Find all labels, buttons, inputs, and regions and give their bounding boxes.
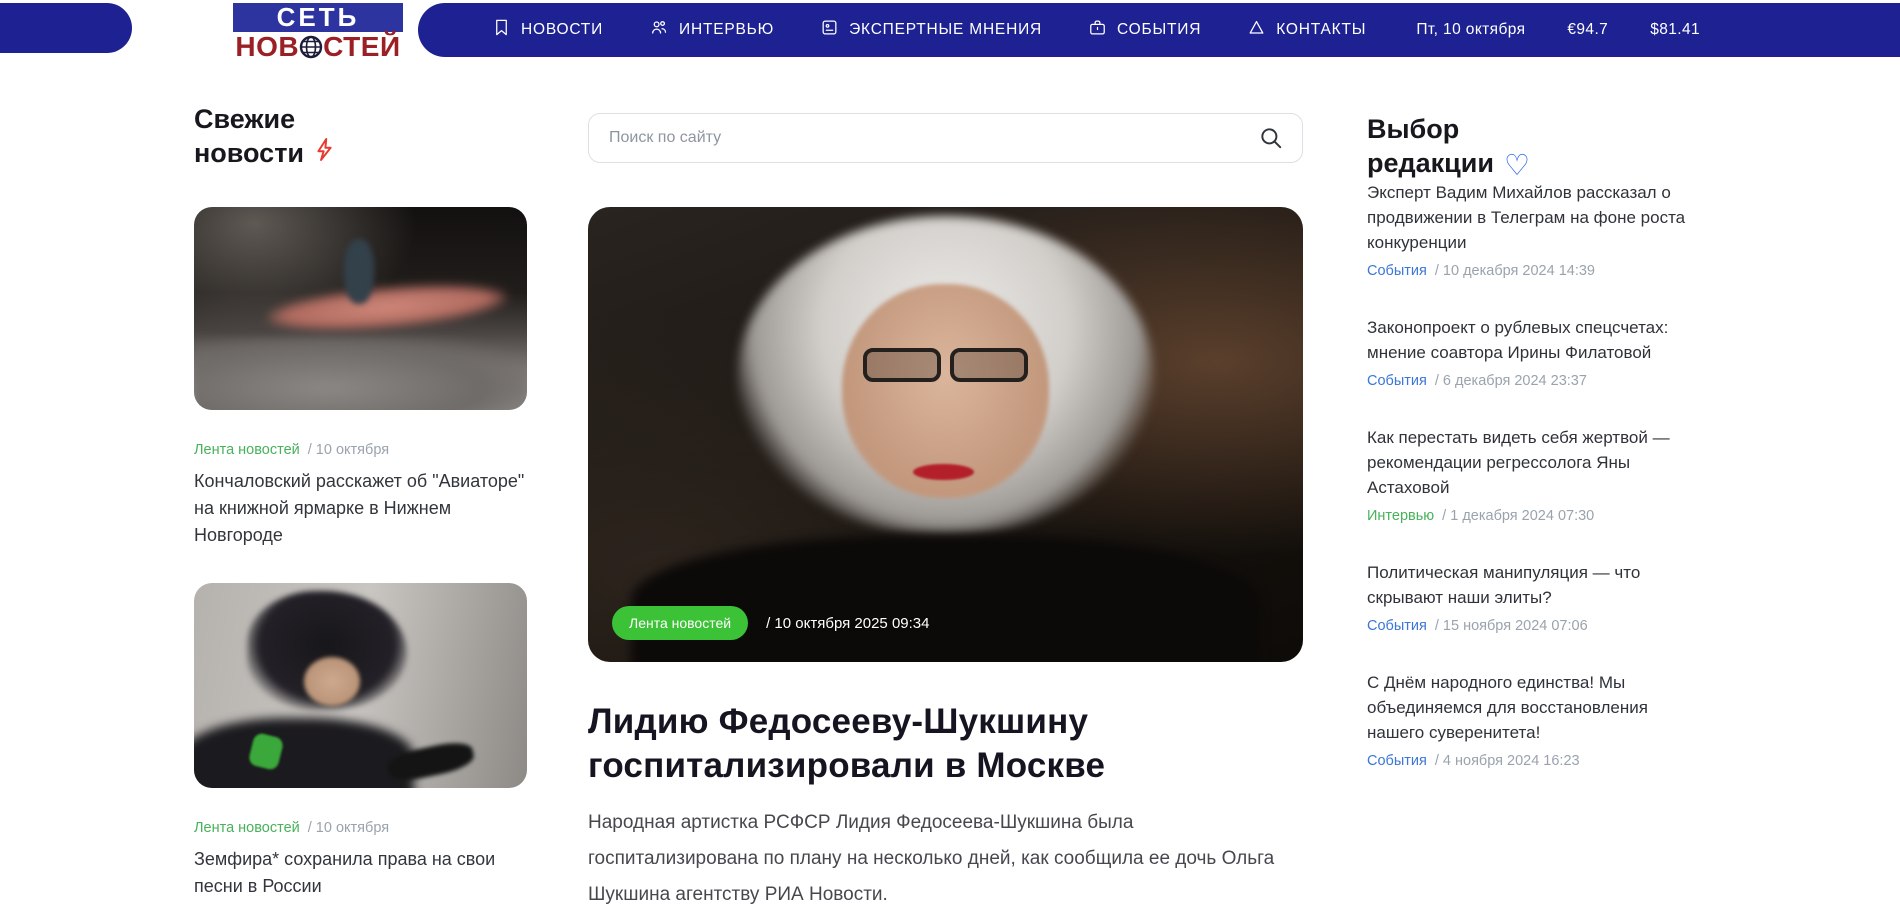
editors-choice-column: Выбор редакции ♡ Эксперт Вадим Михайлов … (1367, 102, 1703, 913)
globe-icon (299, 32, 323, 61)
editors-item-title[interactable]: Законопроект о рублевых спецсчетах: мнен… (1367, 315, 1703, 365)
editors-item: Политическая манипуляция — что скрывают … (1367, 560, 1703, 634)
category-link[interactable]: События (1367, 373, 1427, 389)
article-hero-image: Лента новостей / 10 октября 2025 09:34 (588, 207, 1303, 662)
person-shape (343, 239, 374, 305)
editors-item: Как перестать видеть себя жертвой — реко… (1367, 425, 1703, 524)
item-date: / 4 ноября 2024 16:23 (1434, 753, 1580, 769)
editors-item-meta: Интервью / 1 декабря 2024 07:30 (1367, 508, 1703, 524)
heart-icon: ♡ (1503, 147, 1530, 182)
jacket-shape (630, 534, 1261, 662)
news-card-image-zemfira[interactable] (194, 583, 527, 788)
tarp-shape (194, 336, 527, 410)
lightning-icon (314, 136, 335, 170)
item-date: / 1 декабря 2024 07:30 (1442, 508, 1595, 524)
nav-item-events[interactable]: СОБЫТИЯ (1088, 18, 1201, 42)
news-card-image-aviator[interactable] (194, 207, 527, 410)
header-info: Пт, 10 октября €94.7 $81.41 (1416, 21, 1700, 39)
editors-item-title[interactable]: Политическая манипуляция — что скрывают … (1367, 560, 1703, 610)
item-date: / 6 декабря 2024 23:37 (1434, 373, 1587, 389)
category-link[interactable]: Интервью (1367, 508, 1434, 524)
category-link[interactable]: События (1367, 618, 1427, 634)
usd-rate: $81.41 (1650, 21, 1700, 38)
fresh-news-heading: Свежие новости (194, 102, 527, 170)
editors-item-title[interactable]: С Днём народного единства! Мы объединяем… (1367, 670, 1703, 745)
editors-choice-heading: Выбор редакции ♡ (1367, 114, 1530, 182)
item-date: / 15 ноября 2024 07:06 (1434, 618, 1588, 634)
editors-item: Эксперт Вадим Михайлов рассказал о продв… (1367, 180, 1703, 279)
hero-overlay: Лента новостей / 10 октября 2025 09:34 (612, 606, 929, 640)
briefcase-icon (1088, 18, 1107, 42)
eur-rate: €94.7 (1567, 21, 1609, 38)
logo-line1: СЕТЬ (233, 3, 403, 32)
glasses-shape (863, 348, 1028, 383)
category-link[interactable]: События (1367, 753, 1427, 769)
category-link[interactable]: Лента новостей (194, 442, 300, 458)
editors-item-meta: События / 4 ноября 2024 16:23 (1367, 753, 1703, 769)
editors-item-title[interactable]: Эксперт Вадим Михайлов рассказал о продв… (1367, 180, 1703, 255)
header-left-decoration (0, 3, 132, 53)
news-card: Лента новостей / 10 октября Кончаловский… (194, 207, 527, 549)
nav-links: НОВОСТИ ИНТЕРВЬЮ ЭКСПЕРТНЫЕ МНЕНИЯ СОБЫТ… (492, 18, 1366, 42)
editors-item-meta: События / 15 ноября 2024 07:06 (1367, 618, 1703, 634)
search-icon[interactable] (1258, 125, 1284, 151)
triangle-icon (1247, 18, 1266, 42)
editors-item: Законопроект о рублевых спецсчетах: мнен… (1367, 315, 1703, 389)
editors-item-meta: События / 6 декабря 2024 23:37 (1367, 373, 1703, 389)
card-date: / 10 октября (307, 442, 390, 458)
card-date: / 10 октября (307, 820, 390, 836)
editors-item-meta: События / 10 декабря 2024 14:39 (1367, 263, 1703, 279)
header: СЕТЬ НОВ СТЕЙ НОВОСТИ ИНТЕРВЬЮ ЭКСПЕРТНЫЕ… (0, 0, 1900, 62)
site-search (588, 113, 1303, 163)
page-content: Свежие новости Лента новостей / 10 октяб… (0, 62, 1900, 913)
logo-line2: НОВ СТЕЙ (235, 31, 401, 62)
card-meta: Лента новостей / 10 октября (194, 820, 527, 836)
category-link[interactable]: Лента новостей (194, 820, 300, 836)
main-navigation: НОВОСТИ ИНТЕРВЬЮ ЭКСПЕРТНЫЕ МНЕНИЯ СОБЫТ… (418, 3, 1900, 57)
main-article-column: Лента новостей / 10 октября 2025 09:34 Л… (588, 102, 1303, 913)
bookmark-icon (492, 18, 511, 42)
people-icon (649, 18, 669, 42)
category-badge[interactable]: Лента новостей (612, 606, 749, 640)
editors-item-title[interactable]: Как перестать видеть себя жертвой — реко… (1367, 425, 1703, 500)
coat-shape (194, 718, 414, 788)
article-headline: Лидию Федосееву-Шукшину госпитализировал… (588, 702, 1106, 785)
nav-item-interviews[interactable]: ИНТЕРВЬЮ (649, 18, 774, 42)
editors-item: С Днём народного единства! Мы объединяем… (1367, 670, 1703, 769)
search-input[interactable] (607, 128, 1258, 148)
category-link[interactable]: События (1367, 263, 1427, 279)
nav-item-news[interactable]: НОВОСТИ (492, 18, 603, 42)
news-card: Лента новостей / 10 октября Земфира* сох… (194, 583, 527, 900)
article-date: / 10 октября 2025 09:34 (766, 614, 930, 632)
item-date: / 10 декабря 2024 14:39 (1434, 263, 1595, 279)
nav-item-expert-opinions[interactable]: ЭКСПЕРТНЫЕ МНЕНИЯ (820, 18, 1042, 42)
article-lede: Народная артистка РСФСР Лидия Федосеева-… (588, 812, 1275, 905)
biplane-shape (266, 277, 509, 338)
card-meta: Лента новостей / 10 октября (194, 442, 527, 458)
card-icon (820, 18, 839, 42)
nav-item-contacts[interactable]: КОНТАКТЫ (1247, 18, 1366, 42)
card-title[interactable]: Кончаловский расскажет об "Авиаторе" на … (194, 468, 527, 549)
card-title[interactable]: Земфира* сохранила права на свои песни в… (194, 846, 527, 900)
current-date: Пт, 10 октября (1416, 21, 1526, 38)
site-logo[interactable]: СЕТЬ НОВ СТЕЙ (228, 3, 408, 61)
fresh-news-column: Свежие новости Лента новостей / 10 октяб… (194, 102, 527, 913)
face-shape (303, 656, 361, 706)
